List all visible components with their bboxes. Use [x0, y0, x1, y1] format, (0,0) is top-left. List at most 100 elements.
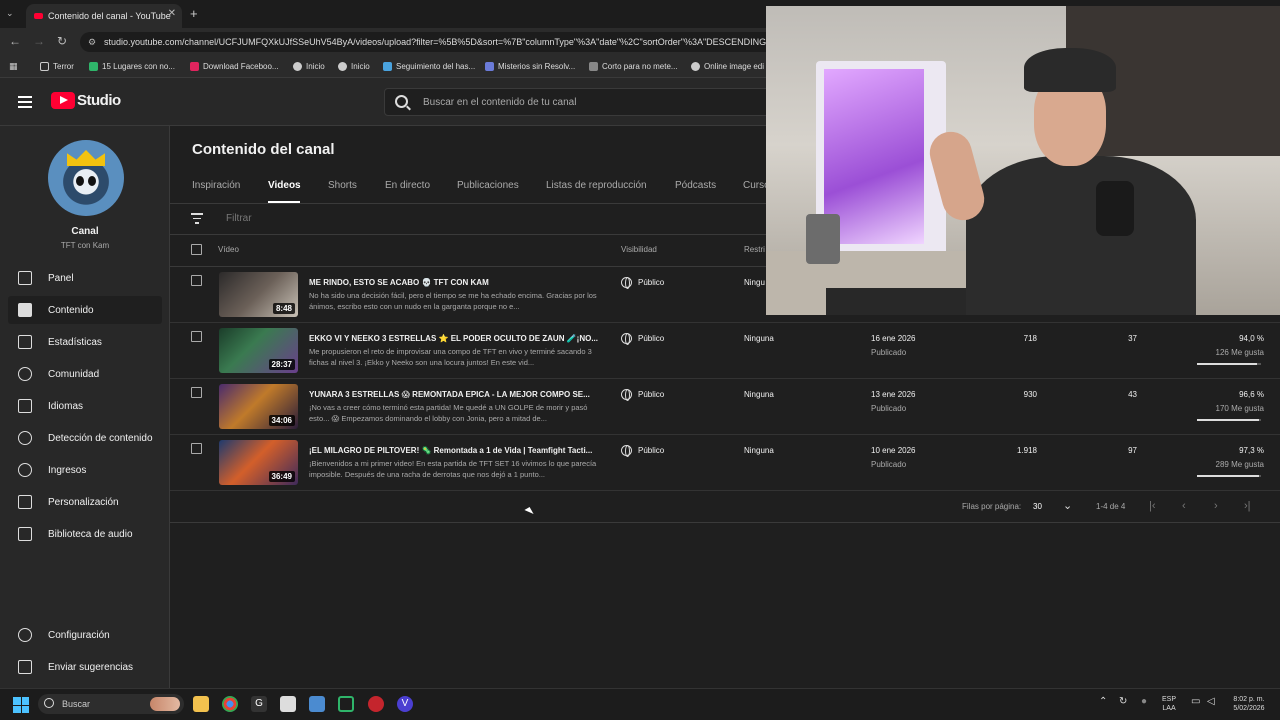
app-icon[interactable]: G: [251, 696, 267, 712]
bookmark-item[interactable]: Inicio: [293, 62, 325, 71]
webcam-mug: [806, 214, 840, 264]
apps-grid-icon[interactable]: ▦: [9, 61, 18, 72]
forward-icon[interactable]: →: [33, 34, 45, 48]
video-description: ¡No vas a creer cómo terminó esta partid…: [309, 403, 588, 423]
first-page-icon[interactable]: |‹: [1149, 500, 1156, 512]
file-explorer-icon[interactable]: [193, 696, 209, 712]
row-checkbox[interactable]: [191, 443, 202, 454]
site-info-icon[interactable]: ⚙: [88, 32, 96, 52]
bookmark-item[interactable]: 15 Lugares con no...: [89, 62, 175, 71]
bookmark-label: Misterios sin Resolv...: [498, 62, 576, 71]
filter-input[interactable]: Filtrar: [226, 213, 252, 224]
column-header-visibility[interactable]: Visibilidad: [621, 245, 657, 254]
sidebar-item-biblioteca[interactable]: Biblioteca de audio: [8, 520, 162, 548]
chrome-icon[interactable]: [222, 696, 238, 712]
last-page-icon[interactable]: ›|: [1244, 500, 1251, 512]
chevron-up-icon[interactable]: ⌃: [1099, 697, 1107, 707]
globe-icon: [691, 62, 700, 71]
channel-name: TFT con Kam: [60, 241, 110, 250]
new-tab-button[interactable]: +: [190, 6, 198, 21]
rows-per-page-select[interactable]: 30: [1033, 502, 1042, 511]
next-page-icon[interactable]: ›: [1214, 500, 1218, 512]
menu-icon[interactable]: [18, 96, 32, 108]
visibility-label: Público: [638, 278, 665, 287]
sidebar-item-configuracion[interactable]: Configuración: [8, 621, 162, 649]
sidebar-item-panel[interactable]: Panel: [8, 264, 162, 292]
calculator-icon[interactable]: [309, 696, 325, 712]
browser-tab[interactable]: Contenido del canal - YouTube ✕: [26, 4, 182, 28]
visibility-cell[interactable]: Público: [621, 277, 665, 289]
video-title[interactable]: ME RINDO, ESTO SE ACABO 💀 TFT CON KAM: [309, 278, 599, 287]
video-thumbnail[interactable]: 34:06: [219, 384, 298, 429]
document-app-icon[interactable]: [280, 696, 296, 712]
bookmark-item[interactable]: Inicio: [338, 62, 370, 71]
microphone-icon[interactable]: ●: [1141, 697, 1147, 707]
filter-icon[interactable]: [191, 213, 203, 227]
video-thumbnail[interactable]: 36:49: [219, 440, 298, 485]
tab-shorts[interactable]: Shorts: [328, 180, 357, 191]
channel-avatar[interactable]: [48, 140, 124, 216]
tab-inspiracion[interactable]: Inspiración: [192, 180, 240, 191]
bookmark-favicon-icon: [89, 62, 98, 71]
dashboard-icon: [18, 271, 32, 285]
bookmark-item[interactable]: Seguimiento del has...: [383, 62, 475, 71]
taskbar-search[interactable]: Buscar: [38, 694, 184, 714]
reload-icon[interactable]: ↻: [57, 34, 67, 48]
back-icon[interactable]: ←: [9, 34, 21, 48]
network-icon[interactable]: ▭: [1191, 697, 1200, 707]
media-app-icon[interactable]: [338, 696, 354, 712]
recording-app-icon[interactable]: [368, 696, 384, 712]
visibility-cell[interactable]: Público: [621, 389, 664, 401]
bookmark-item[interactable]: Terror: [40, 62, 74, 71]
column-header-video[interactable]: Vídeo: [218, 245, 239, 254]
row-checkbox[interactable]: [191, 331, 202, 342]
sidebar-item-idiomas[interactable]: Idiomas: [8, 392, 162, 420]
v-app-icon[interactable]: V: [397, 696, 413, 712]
previous-page-icon[interactable]: ‹: [1182, 500, 1186, 512]
windows-start-icon[interactable]: [13, 697, 29, 713]
select-all-checkbox[interactable]: [191, 244, 202, 255]
sidebar-item-ingresos[interactable]: Ingresos: [8, 456, 162, 484]
likes-ratio-bar: [1197, 419, 1261, 421]
chevron-down-icon[interactable]: ⌄: [1063, 499, 1072, 512]
bookmark-item[interactable]: Misterios sin Resolv...: [485, 62, 575, 71]
row-checkbox[interactable]: [191, 275, 202, 286]
sidebar-item-estadisticas[interactable]: Estadísticas: [8, 328, 162, 356]
studio-logo[interactable]: Studio: [51, 92, 121, 109]
visibility-cell[interactable]: Público: [621, 445, 665, 457]
row-checkbox[interactable]: [191, 387, 202, 398]
tab-en-directo[interactable]: En directo: [385, 180, 430, 191]
video-thumbnail[interactable]: 8:48: [219, 272, 298, 317]
earn-icon: [18, 463, 32, 477]
visibility-cell[interactable]: Público: [621, 333, 664, 345]
sync-icon[interactable]: ↻: [1119, 697, 1127, 707]
language-indicator[interactable]: ESP LAA: [1162, 695, 1176, 713]
bookmark-item[interactable]: Download Faceboo...: [190, 62, 279, 71]
sidebar-item-comunidad[interactable]: Comunidad: [8, 360, 162, 388]
video-title[interactable]: EKKO VI Y NEEKO 3 ESTRELLAS ⭐ EL PODER O…: [309, 334, 599, 343]
bookmark-item[interactable]: Online image edi: [691, 62, 764, 71]
volume-icon[interactable]: ◁: [1207, 697, 1215, 707]
sidebar-item-sugerencias[interactable]: Enviar sugerencias: [8, 653, 162, 681]
sidebar-item-contenido[interactable]: Contenido: [8, 296, 162, 324]
tab-listas[interactable]: Listas de reproducción: [546, 180, 647, 191]
sidebar-item-personalizacion[interactable]: Personalización: [8, 488, 162, 516]
video-title[interactable]: ¡EL MILAGRO DE PILTOVER! 🦠 Remontada a 1…: [309, 446, 599, 455]
tab-podcasts[interactable]: Pódcasts: [675, 180, 716, 191]
customization-icon: [18, 495, 32, 509]
video-title[interactable]: YUNARA 3 ESTRELLAS 😱 REMONTADA EPICA - L…: [309, 390, 599, 399]
tab-videos[interactable]: Videos: [268, 180, 301, 191]
search-input[interactable]: Buscar en el contenido de tu canal: [384, 88, 804, 116]
mouse-cursor-icon: [524, 507, 534, 517]
bookmark-item[interactable]: Corto para no mete...: [589, 62, 678, 71]
tab-search-icon[interactable]: ⌄: [6, 8, 14, 19]
date-cell: 13 ene 2026: [871, 390, 916, 399]
sidebar-item-deteccion[interactable]: Detección de contenido: [8, 424, 162, 452]
clock-time: 8:02 p. m.: [1233, 696, 1265, 703]
close-tab-icon[interactable]: ✕: [168, 8, 176, 19]
tab-publicaciones[interactable]: Publicaciones: [457, 180, 519, 191]
visibility-label: Público: [638, 446, 665, 455]
clock[interactable]: 8:02 p. m. 5/02/2026: [1226, 695, 1272, 713]
video-thumbnail[interactable]: 28:37: [219, 328, 298, 373]
column-header-restrictions[interactable]: Restri: [744, 245, 765, 254]
